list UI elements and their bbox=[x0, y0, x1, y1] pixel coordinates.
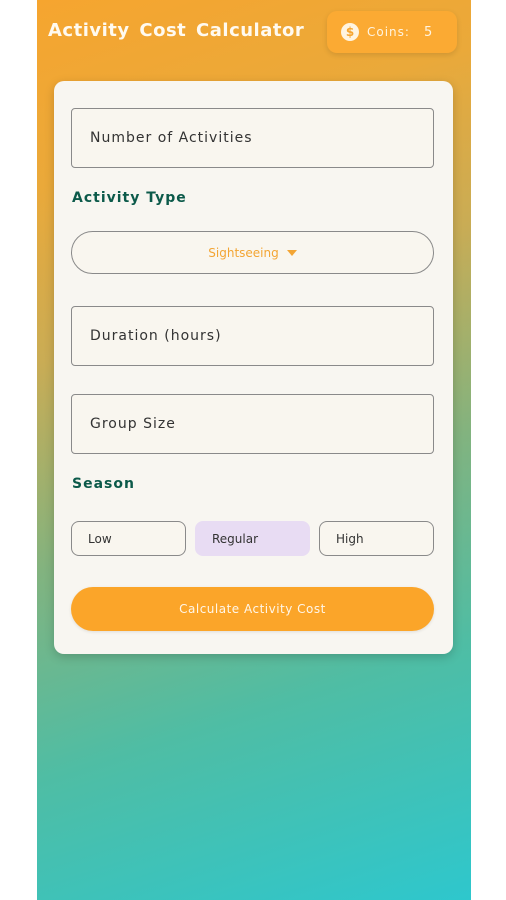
activity-type-dropdown[interactable]: Sightseeing bbox=[71, 231, 434, 274]
caret-down-icon bbox=[286, 249, 297, 256]
page-title: Activity Cost Calculator bbox=[48, 20, 305, 41]
calculate-button[interactable]: Calculate Activity Cost bbox=[71, 587, 434, 631]
activities-count-input[interactable]: Number of Activities bbox=[71, 108, 434, 168]
app-screen: Activity Cost Calculator $ Coins: 5 Numb… bbox=[37, 0, 471, 900]
season-option-high[interactable]: High bbox=[319, 521, 434, 556]
season-label: Season bbox=[72, 476, 135, 492]
coins-badge[interactable]: $ Coins: 5 bbox=[327, 11, 457, 53]
duration-input[interactable]: Duration (hours) bbox=[71, 306, 434, 366]
calculator-card: Number of Activities Activity Type Sight… bbox=[54, 81, 453, 654]
coins-label: Coins: bbox=[367, 25, 410, 39]
activity-type-label: Activity Type bbox=[72, 190, 187, 206]
season-option-low[interactable]: Low bbox=[71, 521, 186, 556]
group-size-input[interactable]: Group Size bbox=[71, 394, 434, 454]
coins-value: 5 bbox=[423, 24, 433, 40]
season-option-regular[interactable]: Regular bbox=[195, 521, 310, 556]
dollar-coin-icon: $ bbox=[341, 23, 359, 41]
activity-type-value: Sightseeing bbox=[208, 245, 279, 260]
